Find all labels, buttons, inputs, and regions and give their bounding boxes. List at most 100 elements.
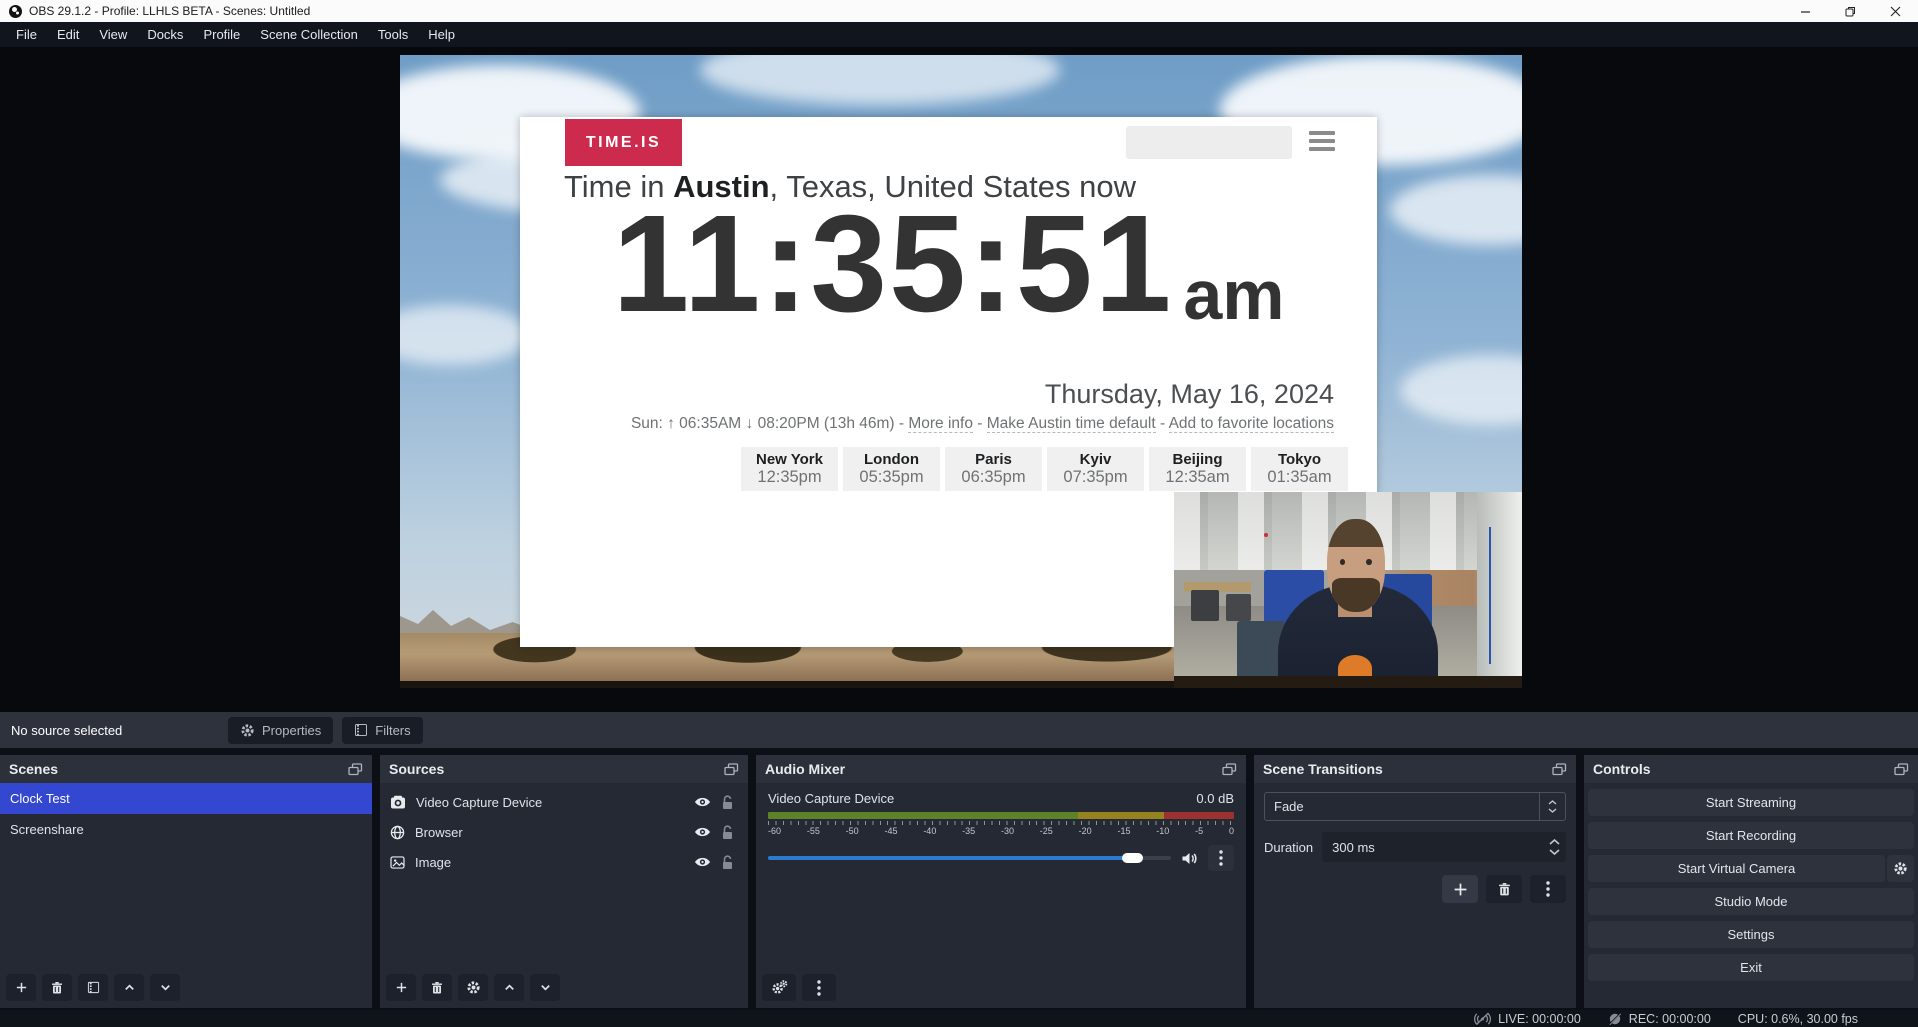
unlock-icon[interactable] — [721, 795, 734, 810]
speaker-icon[interactable] — [1181, 851, 1198, 866]
webcam-pole — [1489, 527, 1491, 664]
remove-transition-button[interactable] — [1486, 875, 1522, 903]
filter-icon — [354, 723, 368, 737]
search-input[interactable] — [1126, 126, 1292, 159]
volume-slider-fill — [768, 856, 1143, 860]
city-london[interactable]: London05:35pm — [843, 447, 940, 491]
webcam-chair — [1226, 594, 1250, 621]
sources-header[interactable]: Sources — [380, 755, 748, 783]
cpu-fps-text: CPU: 0.6%, 30.00 fps — [1738, 1012, 1858, 1026]
city-kyiv[interactable]: Kyiv07:35pm — [1047, 447, 1144, 491]
settings-button[interactable]: Settings — [1588, 921, 1914, 948]
unlock-icon[interactable] — [721, 825, 734, 840]
city-paris[interactable]: Paris06:35pm — [945, 447, 1042, 491]
source-item-video-capture[interactable]: Video Capture Device — [380, 787, 748, 817]
plus-icon — [1453, 882, 1468, 897]
menu-tools[interactable]: Tools — [368, 22, 418, 47]
close-button[interactable] — [1873, 0, 1918, 22]
scenes-header[interactable]: Scenes — [0, 755, 372, 783]
minimize-button[interactable] — [1783, 0, 1828, 22]
mixer-menu-button[interactable] — [802, 974, 836, 1001]
controls-dock: Controls Start Streaming Start Recording… — [1584, 755, 1918, 1008]
source-item-image[interactable]: Image — [380, 847, 748, 877]
move-scene-down-button[interactable] — [150, 974, 180, 1001]
add-transition-button[interactable] — [1442, 875, 1478, 903]
make-default-link[interactable]: Make Austin time default — [987, 415, 1156, 433]
timeis-logo[interactable]: TIME.IS — [565, 119, 682, 166]
transitions-toolbar — [1264, 875, 1566, 903]
city-beijing[interactable]: Beijing12:35am — [1149, 447, 1246, 491]
menu-scene-collection[interactable]: Scene Collection — [250, 22, 368, 47]
preview-area[interactable]: TIME.IS Time in Austin, Texas, United St… — [0, 47, 1918, 712]
popout-icon[interactable] — [724, 763, 739, 776]
city-tokyo[interactable]: Tokyo01:35am — [1251, 447, 1348, 491]
filters-button[interactable]: Filters — [342, 717, 422, 744]
properties-button[interactable]: Properties — [228, 717, 333, 744]
popout-icon[interactable] — [1894, 763, 1909, 776]
advanced-audio-button[interactable] — [762, 974, 796, 1001]
menu-file[interactable]: File — [6, 22, 47, 47]
transition-select[interactable]: Fade — [1264, 792, 1566, 821]
source-properties-button[interactable] — [458, 974, 488, 1001]
virtual-camera-settings-button[interactable] — [1887, 855, 1914, 882]
popout-icon[interactable] — [1222, 763, 1237, 776]
transitions-header[interactable]: Scene Transitions — [1254, 755, 1576, 783]
transition-select-arrows[interactable] — [1539, 793, 1565, 820]
popout-icon[interactable] — [348, 763, 363, 776]
eye-icon[interactable] — [694, 826, 711, 838]
cloud — [700, 55, 1060, 105]
move-source-down-button[interactable] — [530, 974, 560, 1001]
move-scene-up-button[interactable] — [114, 974, 144, 1001]
mixer-channel-menu-button[interactable] — [1208, 845, 1234, 871]
chevron-up-icon — [503, 981, 516, 994]
menu-view[interactable]: View — [89, 22, 137, 47]
webcam-chair — [1191, 590, 1219, 621]
cloud — [1400, 355, 1522, 425]
start-virtual-camera-button[interactable]: Start Virtual Camera — [1588, 855, 1885, 882]
move-source-up-button[interactable] — [494, 974, 524, 1001]
add-source-button[interactable] — [386, 974, 416, 1001]
chevron-down-icon — [159, 981, 172, 994]
start-recording-button[interactable]: Start Recording — [1588, 822, 1914, 849]
menu-bar: File Edit View Docks Profile Scene Colle… — [0, 22, 1918, 47]
duration-spinbox[interactable]: 300 ms — [1322, 832, 1566, 862]
audio-mixer-title: Audio Mixer — [765, 761, 845, 777]
menu-edit[interactable]: Edit — [47, 22, 89, 47]
exit-button[interactable]: Exit — [1588, 954, 1914, 981]
cloud — [400, 305, 530, 365]
record-inactive-icon — [1608, 1012, 1622, 1026]
source-item-browser[interactable]: Browser — [380, 817, 748, 847]
duration-spin-arrows[interactable] — [1542, 839, 1566, 855]
menu-docks[interactable]: Docks — [137, 22, 193, 47]
city-newyork[interactable]: New York12:35pm — [741, 447, 838, 491]
remove-scene-button[interactable] — [42, 974, 72, 1001]
remove-source-button[interactable] — [422, 974, 452, 1001]
title-bar: OBS 29.1.2 - Profile: LLHLS BETA - Scene… — [0, 0, 1918, 22]
favorite-link[interactable]: Add to favorite locations — [1169, 415, 1334, 433]
menu-help[interactable]: Help — [418, 22, 465, 47]
cloud — [1390, 175, 1522, 245]
hamburger-menu-icon[interactable] — [1309, 131, 1335, 151]
restore-button[interactable] — [1828, 0, 1873, 22]
menu-profile[interactable]: Profile — [193, 22, 250, 47]
more-info-link[interactable]: More info — [908, 415, 973, 433]
popout-icon[interactable] — [1552, 763, 1567, 776]
scenes-title: Scenes — [9, 761, 58, 777]
unlock-icon[interactable] — [721, 855, 734, 870]
dock-area: Scenes Clock Test Screenshare Sources Vi… — [0, 755, 1918, 1008]
studio-mode-button[interactable]: Studio Mode — [1588, 888, 1914, 915]
start-streaming-button[interactable]: Start Streaming — [1588, 789, 1914, 816]
scene-canvas[interactable]: TIME.IS Time in Austin, Texas, United St… — [400, 55, 1522, 688]
volume-slider-handle[interactable] — [1122, 853, 1143, 863]
eye-icon[interactable] — [694, 856, 711, 868]
controls-header[interactable]: Controls — [1584, 755, 1918, 783]
add-scene-button[interactable] — [6, 974, 36, 1001]
volume-slider[interactable] — [768, 856, 1171, 860]
audio-mixer-header[interactable]: Audio Mixer — [756, 755, 1246, 783]
scene-item-screenshare[interactable]: Screenshare — [0, 814, 372, 845]
eye-icon[interactable] — [694, 796, 711, 808]
scene-filters-button[interactable] — [78, 974, 108, 1001]
scene-item-clock-test[interactable]: Clock Test — [0, 783, 372, 814]
transition-menu-button[interactable] — [1530, 875, 1566, 903]
source-toolbar: No source selected Properties Filters — [0, 712, 1918, 748]
